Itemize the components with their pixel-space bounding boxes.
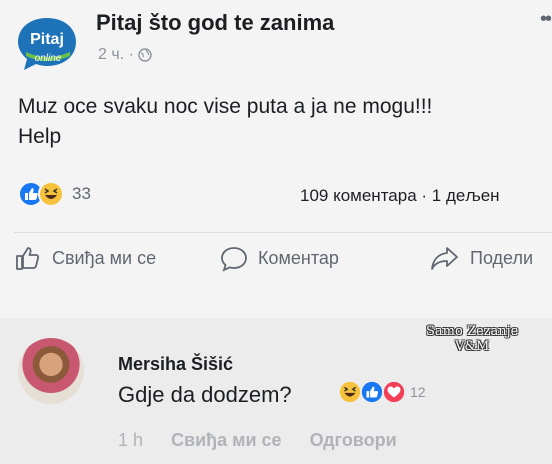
page-avatar-icon[interactable]: Pitaj online — [14, 14, 84, 74]
more-icon[interactable]: •• — [540, 8, 552, 31]
comment-outline-icon — [221, 247, 247, 272]
like-label: Свиђа ми се — [52, 247, 157, 268]
share-button[interactable]: Подели — [430, 244, 533, 272]
like-outline-icon — [16, 247, 39, 270]
post-actions: Свиђа ми се Коментар Подели — [0, 244, 552, 288]
share-outline-icon — [431, 247, 458, 270]
avatar-text-top: Pitaj — [30, 31, 64, 48]
like-reaction-icon — [360, 380, 384, 404]
comment-like-button[interactable]: Свиђа ми се — [171, 430, 282, 451]
comment-reply-button[interactable]: Одговори — [310, 430, 397, 451]
haha-reaction-icon — [38, 181, 64, 207]
post-time[interactable]: 2 ч. · — [98, 46, 134, 64]
comment-reactions[interactable]: 12 — [338, 380, 426, 404]
comment-time[interactable]: 1 h — [118, 430, 143, 451]
watermark-line2: V&M — [455, 339, 490, 354]
post-text: Muz oce svaku noc vise puta a ja ne mogu… — [18, 92, 548, 152]
love-reaction-icon — [382, 380, 406, 404]
comment-reaction-count: 12 — [410, 384, 426, 400]
page-name[interactable]: Pitaj što god te zanima — [96, 10, 334, 36]
comment-actions: 1 h Свиђа ми се Одговори — [118, 430, 397, 451]
comment-section: Samo Zezanje V&M Mersiha Šišić Gdje da d… — [0, 318, 552, 464]
like-button[interactable]: Свиђа ми се — [14, 244, 156, 272]
watermark-line1: Samo Zezanje — [426, 324, 519, 339]
reaction-count: 33 — [72, 184, 91, 203]
post-header: Pitaj online Pitaj što god te zanima 2 ч… — [14, 8, 552, 72]
comment-text: Gdje da dodzem? — [118, 382, 292, 407]
avatar[interactable] — [18, 338, 84, 404]
globe-icon — [138, 48, 152, 62]
share-label: Подели — [470, 247, 534, 268]
post-meta: 2 ч. · — [98, 46, 152, 64]
commenter-name[interactable]: Mersiha Šišić — [118, 354, 233, 375]
divider — [14, 232, 552, 233]
watermark: Samo Zezanje V&M — [426, 324, 518, 354]
comments-shares-count[interactable]: 109 коментара · 1 дељен — [300, 186, 500, 206]
avatar-text-bottom: online — [35, 53, 62, 64]
reactions-summary[interactable]: 33 — [18, 181, 91, 207]
comment-button[interactable]: Коментар — [220, 244, 339, 272]
reaction-icons — [18, 181, 64, 207]
haha-reaction-icon — [338, 380, 362, 404]
post-text-line1: Muz oce svaku noc vise puta a ja ne mogu… — [18, 95, 433, 118]
post-card: Pitaj online Pitaj što god te zanima 2 ч… — [0, 0, 552, 318]
post-text-line2: Help — [18, 125, 62, 148]
comment-label: Коментар — [258, 247, 339, 268]
